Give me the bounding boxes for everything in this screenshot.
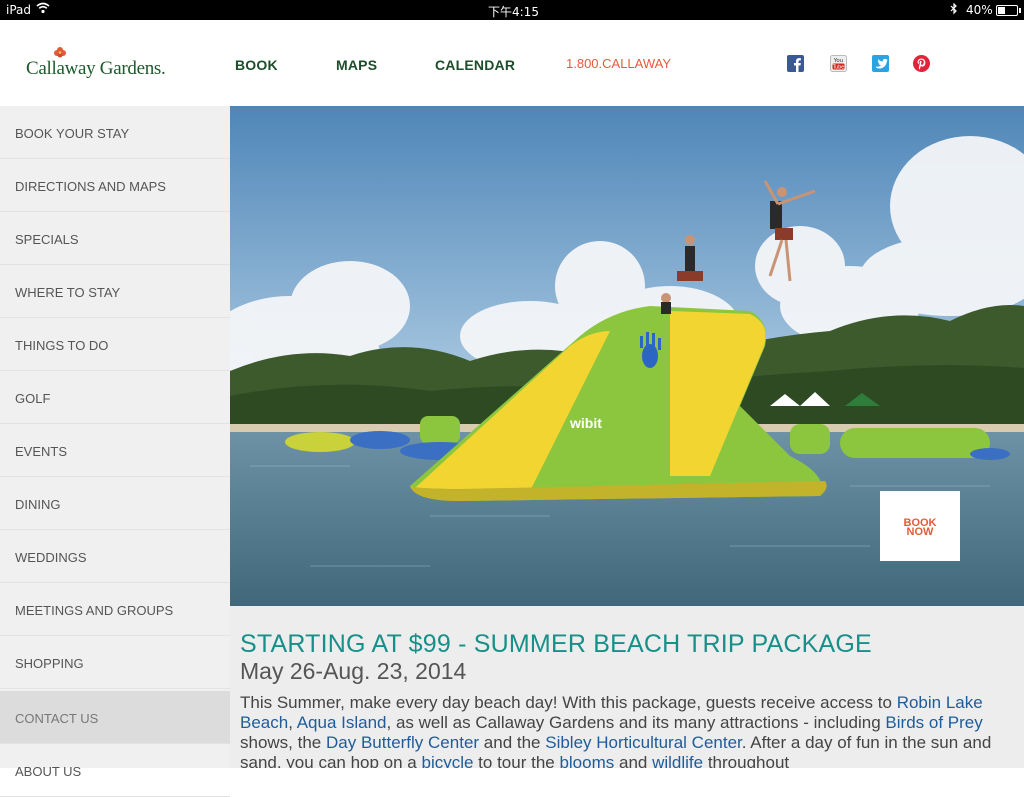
youtube-icon[interactable]: You Tube [830, 55, 847, 72]
body-text: , [288, 713, 297, 732]
link-bicycle[interactable]: bicycle [421, 753, 473, 768]
nav-maps[interactable]: MAPS [336, 57, 377, 73]
body-text: and [614, 753, 653, 768]
phone-link[interactable]: 1.800.CALLAWAY [566, 56, 671, 71]
book-now-button[interactable]: BOOK NOW [880, 491, 960, 561]
link-aqua-island[interactable]: Aqua Island [297, 713, 387, 732]
package-dates: May 26-Aug. 23, 2014 [240, 658, 467, 684]
sidebar-item-where-to-stay[interactable]: WHERE TO STAY [0, 265, 230, 318]
sidebar-item-label: CONTACT US [15, 711, 99, 726]
wibit-brand-text: wibit [569, 415, 602, 431]
battery-icon [996, 5, 1021, 16]
sidebar-item-events[interactable]: EVENTS [0, 424, 230, 477]
sidebar-item-label: DIRECTIONS AND MAPS [15, 179, 166, 194]
battery-percent: 40% [966, 3, 993, 17]
logo-text: Callaway Gardens. [26, 58, 166, 79]
body-text: , as well as Callaway Gardens and its ma… [386, 713, 886, 732]
package-content: STARTING AT $99 - SUMMER BEACH TRIP PACK… [230, 606, 1024, 768]
sidebar-item-specials[interactable]: SPECIALS [0, 212, 230, 265]
sidebar-item-label: WEDDINGS [15, 550, 87, 565]
sidebar-menu: BOOK YOUR STAY DIRECTIONS AND MAPS SPECI… [0, 106, 230, 797]
svg-text:You: You [833, 58, 843, 64]
package-description: This Summer, make every day beach day! W… [240, 693, 1020, 768]
link-birds-of-prey[interactable]: Birds of Prey [885, 713, 982, 732]
sidebar-item-label: BOOK YOUR STAY [15, 126, 130, 141]
sidebar-item-about-us[interactable]: ABOUT US [0, 744, 230, 797]
sidebar-item-label: MEETINGS AND GROUPS [15, 603, 174, 618]
link-wildlife[interactable]: wildlife [652, 753, 703, 768]
device-label: iPad [6, 3, 32, 17]
package-headline: STARTING AT $99 - SUMMER BEACH TRIP PACK… [240, 630, 872, 658]
body-text: and the [479, 733, 546, 752]
nav-book[interactable]: BOOK [235, 57, 278, 73]
svg-text:Tube: Tube [832, 64, 844, 70]
link-day-butterfly-center[interactable]: Day Butterfly Center [326, 733, 479, 752]
link-blooms[interactable]: blooms [559, 753, 614, 768]
facebook-icon[interactable] [787, 55, 804, 72]
sidebar-item-label: EVENTS [15, 444, 68, 459]
twitter-icon[interactable] [872, 55, 889, 72]
status-time: 下午4:15 [488, 5, 539, 19]
body-text: to tour the [473, 753, 560, 768]
sidebar-item-label: SHOPPING [15, 656, 84, 671]
sidebar-item-dining[interactable]: DINING [0, 477, 230, 530]
sidebar-item-contact-us[interactable]: CONTACT US [0, 691, 230, 744]
sidebar-item-label: THINGS TO DO [15, 338, 109, 353]
bluetooth-icon [950, 2, 958, 18]
nav-calendar[interactable]: CALENDAR [435, 57, 515, 73]
sidebar-item-label: DINING [15, 497, 61, 512]
book-now-line2: NOW [906, 526, 934, 538]
sidebar-item-label: ABOUT US [15, 764, 82, 779]
sidebar-item-label: SPECIALS [15, 232, 79, 247]
callaway-gardens-logo[interactable]: Callaway Gardens. [26, 46, 166, 86]
body-text: shows, the [240, 733, 326, 752]
sidebar-item-things-to-do[interactable]: THINGS TO DO [0, 318, 230, 371]
sidebar-item-golf[interactable]: GOLF [0, 371, 230, 424]
sidebar-item-label: WHERE TO STAY [15, 285, 121, 300]
link-sibley-horticultural-center[interactable]: Sibley Horticultural Center [545, 733, 742, 752]
body-text: throughout [703, 753, 790, 768]
sidebar-item-weddings[interactable]: WEDDINGS [0, 530, 230, 583]
wifi-icon [36, 2, 50, 17]
status-bar: iPad 下午4:15 40% [0, 0, 1024, 20]
sidebar-item-label: GOLF [15, 391, 51, 406]
pinterest-icon[interactable] [913, 55, 930, 72]
body-text: This Summer, make every day beach day! W… [240, 693, 897, 712]
site-header: Callaway Gardens. BOOK MAPS CALENDAR 1.8… [0, 20, 1024, 106]
sidebar-item-meetings-and-groups[interactable]: MEETINGS AND GROUPS [0, 583, 230, 636]
battery-level [998, 7, 1005, 14]
sidebar-item-directions-and-maps[interactable]: DIRECTIONS AND MAPS [0, 159, 230, 212]
sidebar-item-shopping[interactable]: SHOPPING [0, 636, 230, 689]
sidebar-item-book-your-stay[interactable]: BOOK YOUR STAY [0, 106, 230, 159]
